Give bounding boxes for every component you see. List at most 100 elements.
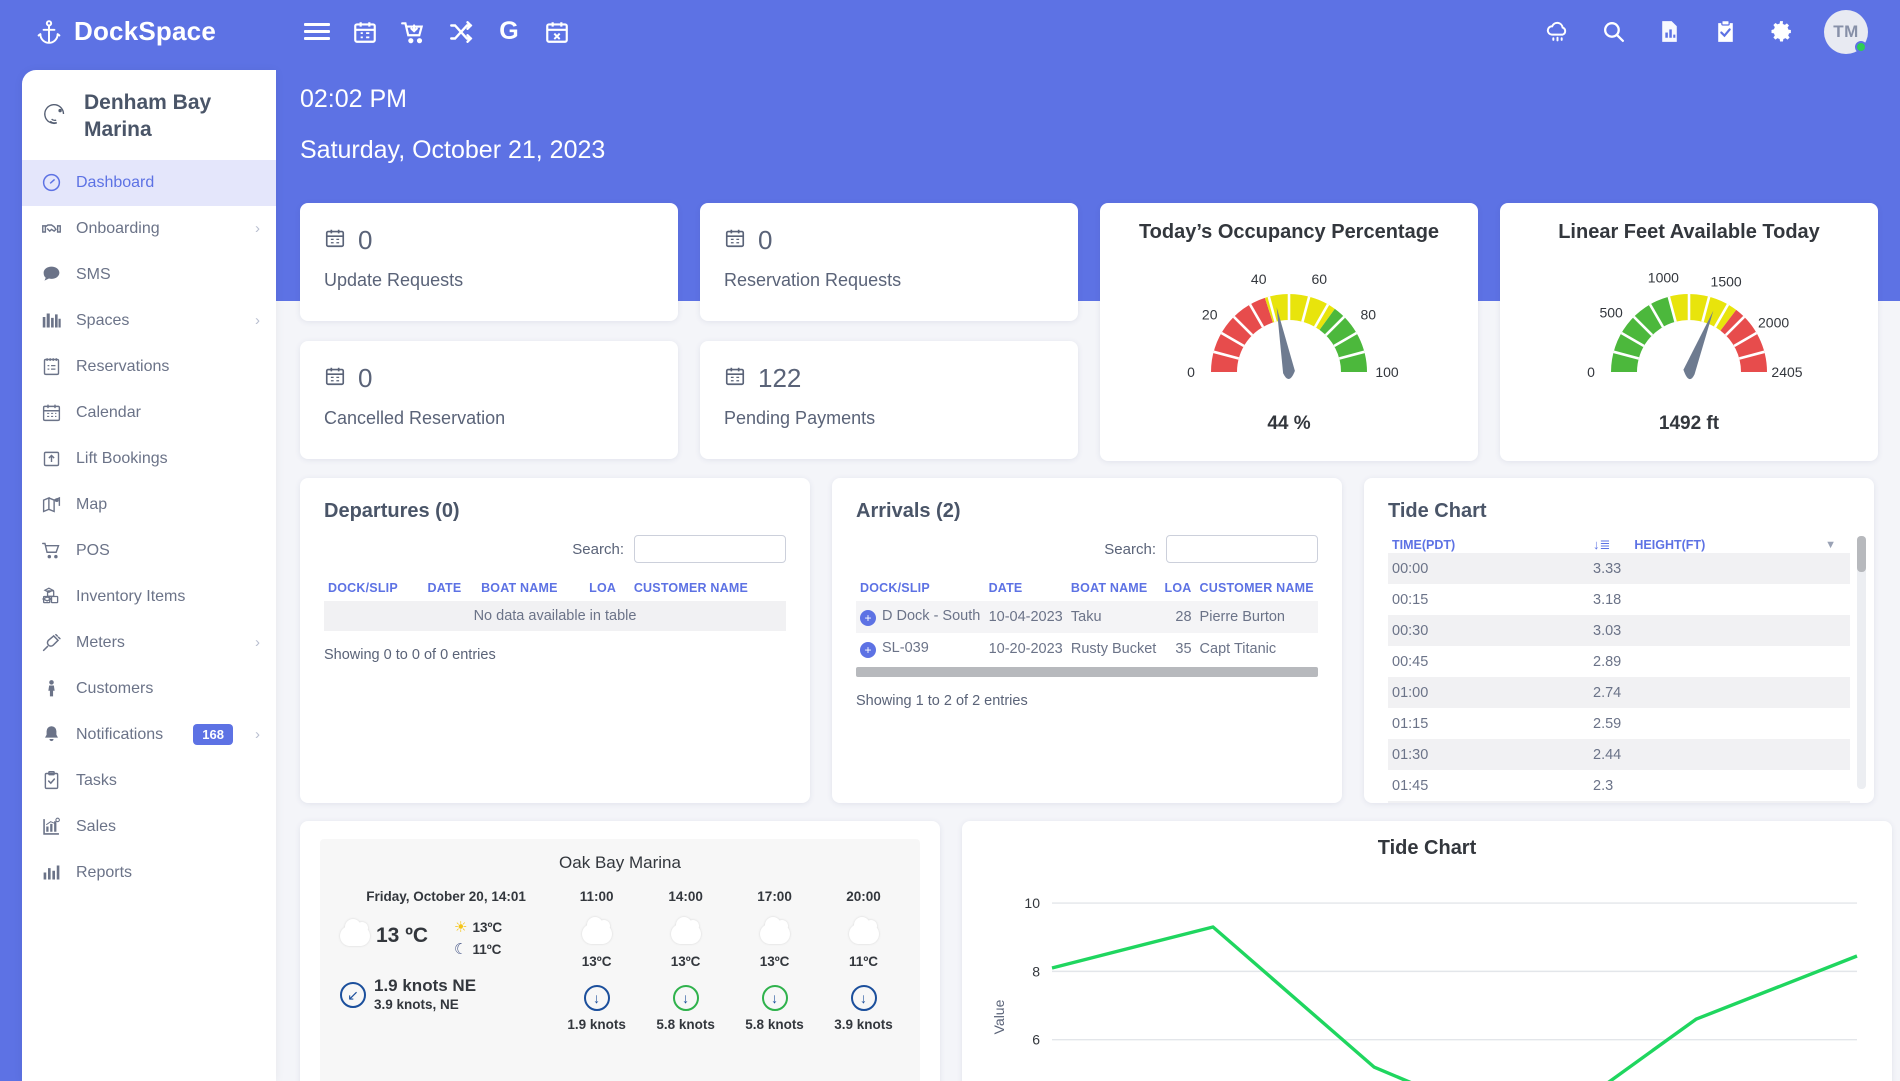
marina-logo-icon bbox=[38, 97, 72, 136]
tide-height: 3.18 bbox=[1593, 591, 1622, 608]
arrivals-table: DOCK/SLIP DATE BOAT NAME LOA CUSTOMER NAME +… bbox=[856, 575, 1318, 665]
forecast-temp: 13ºC bbox=[759, 954, 790, 969]
chat-bubble-icon bbox=[40, 264, 62, 286]
expand-row-icon[interactable]: + bbox=[860, 642, 876, 658]
avatar[interactable]: TM bbox=[1824, 9, 1868, 54]
arrivals-search-input[interactable] bbox=[1166, 535, 1318, 563]
table-row[interactable]: + D Dock - South 10-04-2023 Taku 28 Pierre Bu… bbox=[856, 601, 1318, 633]
stat-card-pending-payments[interactable]: 122 Pending Payments bbox=[700, 341, 1078, 459]
arrivals-panel: Arrivals (2) Search: DOCK/SLIP DATE BOAT N… bbox=[832, 478, 1342, 803]
brand-logo[interactable]: DockSpace bbox=[0, 0, 276, 63]
arrivals-col-0[interactable]: DOCK/SLIP bbox=[856, 575, 985, 601]
stat-card-update-requests[interactable]: 0 Update Requests bbox=[300, 203, 678, 321]
google-icon[interactable]: G bbox=[496, 19, 522, 45]
svg-text:80: 80 bbox=[1360, 306, 1376, 322]
map-icon bbox=[40, 494, 62, 516]
sidebar-item-label: SMS bbox=[76, 265, 111, 283]
calendar-cancel-icon[interactable] bbox=[544, 19, 570, 45]
tide-col-time[interactable]: TIME(PDT) bbox=[1388, 538, 1593, 552]
gear-icon[interactable] bbox=[1768, 19, 1794, 45]
chevron-right-icon[interactable]: › bbox=[255, 726, 260, 743]
stat-value: 0 bbox=[758, 225, 773, 255]
arrivals-col-1[interactable]: DATE bbox=[985, 575, 1067, 601]
wind-direction-icon: ↓ bbox=[761, 985, 788, 1011]
sidebar-item-reports[interactable]: Reports bbox=[22, 850, 276, 896]
sidebar-item-label: Dashboard bbox=[76, 173, 155, 191]
marina-header: Denham Bay Marina bbox=[22, 70, 276, 160]
linear-feet-gauge: 0 500 1000 1500 2000 2405 bbox=[1587, 269, 1803, 380]
chevron-right-icon[interactable]: › bbox=[255, 312, 260, 329]
arrivals-showing: Showing 1 to 2 of 2 entries bbox=[856, 693, 1028, 709]
sidebar-item-onboarding[interactable]: Onboarding › bbox=[22, 206, 276, 252]
arrivals-col-4[interactable]: CUSTOMER NAME bbox=[1196, 575, 1318, 601]
tide-height: 2.89 bbox=[1593, 653, 1622, 670]
arrivals-cell-dock: + D Dock - South bbox=[856, 601, 985, 633]
chevron-right-icon[interactable]: › bbox=[255, 220, 260, 237]
sidebar-item-tasks[interactable]: Tasks bbox=[22, 758, 276, 804]
sidebar: Denham Bay Marina Dashboard Onboarding › SM… bbox=[0, 63, 276, 1081]
tide-table-row: 01:15 2.59 bbox=[1388, 708, 1850, 739]
arrivals-col-3[interactable]: LOA bbox=[1160, 575, 1195, 601]
table-row[interactable]: + SL-039 10-20-2023 Rusty Bucket 35 Capt Tita… bbox=[856, 633, 1318, 665]
cart-add-icon[interactable] bbox=[400, 19, 426, 45]
cloud-rain-icon[interactable] bbox=[1544, 19, 1570, 45]
calendar-icon bbox=[724, 227, 746, 254]
sidebar-item-sales[interactable]: Sales bbox=[22, 804, 276, 850]
arrivals-body: + D Dock - South 10-04-2023 Taku 28 Pierre Bu… bbox=[856, 601, 1318, 665]
lift-icon bbox=[40, 448, 62, 470]
tide-scrollbar-track[interactable] bbox=[1857, 536, 1866, 789]
arrivals-col-2[interactable]: BOAT NAME bbox=[1067, 575, 1161, 601]
tide-col-height[interactable]: HEIGHT(FT) bbox=[1634, 538, 1825, 552]
departures-col-2[interactable]: BOAT NAME bbox=[477, 575, 585, 601]
departures-header-row: DOCK/SLIP DATE BOAT NAME LOA CUSTOMER NAME bbox=[324, 575, 786, 601]
spaces-icon bbox=[40, 310, 62, 332]
departures-col-1[interactable]: DATE bbox=[424, 575, 478, 601]
arrivals-title: Arrivals (2) bbox=[856, 500, 961, 522]
sidebar-item-lift-bookings[interactable]: Lift Bookings bbox=[22, 436, 276, 482]
arrivals-horizontal-scrollbar[interactable] bbox=[856, 667, 1318, 677]
calendar-icon bbox=[324, 365, 346, 392]
departures-empty-row: No data available in table bbox=[324, 601, 786, 631]
departures-col-0[interactable]: DOCK/SLIP bbox=[324, 575, 424, 601]
sidebar-item-dashboard[interactable]: Dashboard bbox=[22, 159, 276, 206]
sidebar-item-label: Calendar bbox=[76, 403, 141, 421]
tide-scrollbar-thumb[interactable] bbox=[1857, 536, 1866, 572]
departures-showing: Showing 0 to 0 of 0 entries bbox=[324, 647, 496, 663]
stat-card-reservation-requests[interactable]: 0 Reservation Requests bbox=[700, 203, 1078, 321]
departures-col-3[interactable]: LOA bbox=[585, 575, 630, 601]
clipboard-check-icon[interactable] bbox=[1712, 19, 1738, 45]
sidebar-item-pos[interactable]: POS bbox=[22, 528, 276, 574]
calendar-icon[interactable] bbox=[352, 19, 378, 45]
sidebar-item-sms[interactable]: SMS bbox=[22, 252, 276, 298]
arrivals-cell-loa: 35 bbox=[1175, 641, 1192, 657]
report-document-icon[interactable] bbox=[1656, 19, 1682, 45]
sidebar-item-meters[interactable]: Meters › bbox=[22, 620, 276, 666]
sidebar-item-customers[interactable]: Customers bbox=[22, 666, 276, 712]
chevron-down-icon[interactable]: ▼ bbox=[1825, 539, 1836, 551]
sidebar-item-notifications[interactable]: Notifications 168 › bbox=[22, 712, 276, 758]
occupancy-gauge: 0 20 40 60 80 100 bbox=[1187, 271, 1399, 380]
shuffle-icon[interactable] bbox=[448, 19, 474, 45]
weather-current-temp-row: 13 ºC bbox=[340, 919, 428, 948]
sidebar-item-spaces[interactable]: Spaces › bbox=[22, 298, 276, 344]
sidebar-item-inventory-items[interactable]: Inventory Items bbox=[22, 574, 276, 620]
sidebar-item-label: POS bbox=[76, 541, 110, 559]
bell-icon bbox=[40, 724, 62, 746]
chevron-right-icon[interactable]: › bbox=[255, 634, 260, 651]
tide-time: 01:00 bbox=[1392, 684, 1429, 701]
sidebar-item-map[interactable]: Map bbox=[22, 482, 276, 528]
tide-time: 00:30 bbox=[1392, 622, 1429, 639]
cloud-icon bbox=[340, 919, 370, 946]
hamburger-menu-icon[interactable] bbox=[304, 23, 330, 40]
sidebar-item-reservations[interactable]: Reservations bbox=[22, 344, 276, 390]
tide-height: 3.33 bbox=[1593, 560, 1622, 577]
stat-card-cancelled-reservation[interactable]: 0 Cancelled Reservation bbox=[300, 341, 678, 459]
expand-row-icon[interactable]: + bbox=[860, 610, 876, 626]
sort-ascending-icon[interactable]: ↓≣ bbox=[1593, 537, 1610, 553]
departures-col-4[interactable]: CUSTOMER NAME bbox=[630, 575, 786, 601]
tide-table-row: 00:45 2.89 bbox=[1388, 646, 1850, 677]
departures-search-input[interactable] bbox=[634, 535, 786, 563]
search-icon[interactable] bbox=[1600, 19, 1626, 45]
sidebar-item-calendar[interactable]: Calendar bbox=[22, 390, 276, 436]
sidebar-item-label: Reports bbox=[76, 863, 133, 881]
